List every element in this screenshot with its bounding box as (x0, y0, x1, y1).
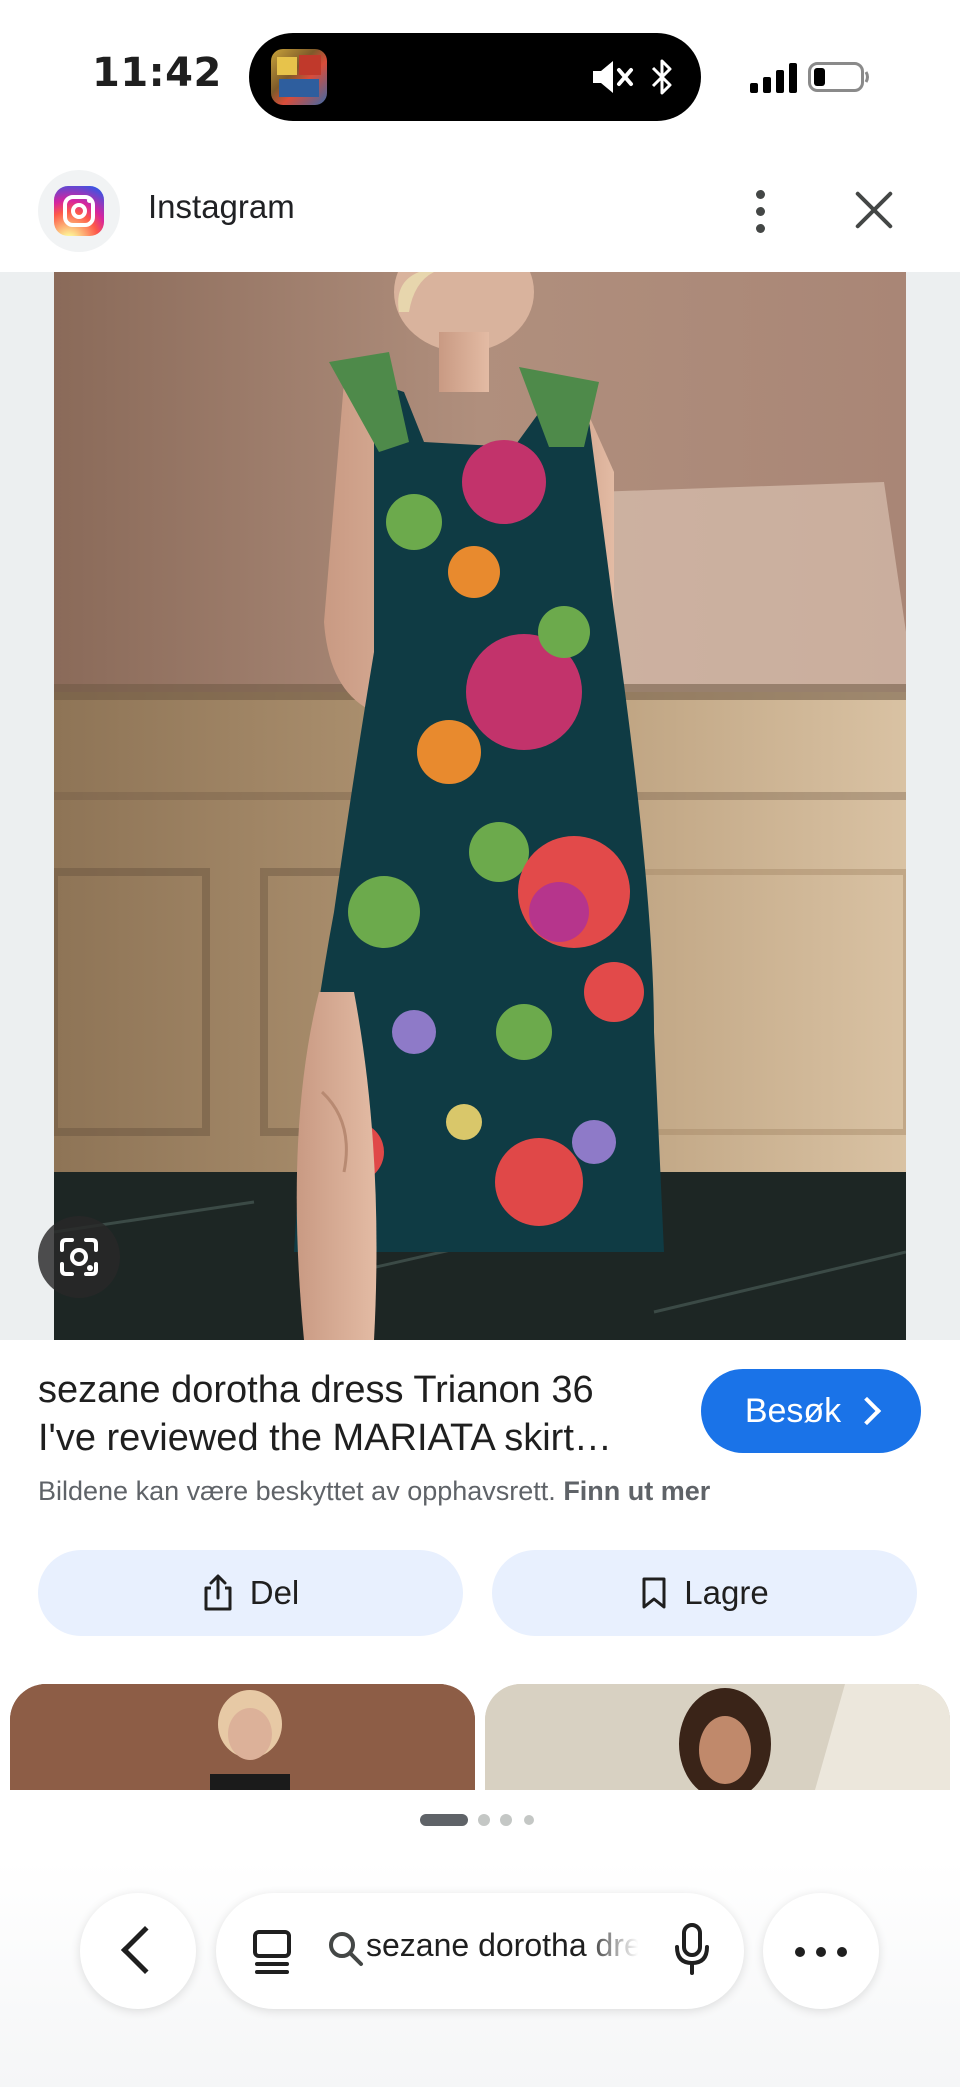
status-bar: 11:42 (0, 0, 960, 150)
learn-more-link[interactable]: Finn ut mer (563, 1476, 710, 1506)
share-button-label: Del (249, 1574, 300, 1611)
carousel-indicator (420, 1810, 540, 1830)
copyright-notice: Bildene kan være beskyttet av opphavsret… (38, 1476, 710, 1507)
visit-button-label: Besøk (744, 1391, 842, 1430)
share-button[interactable]: Del (38, 1550, 463, 1636)
source-name[interactable]: Instagram (148, 188, 295, 226)
save-button[interactable]: Lagre (492, 1550, 917, 1636)
instagram-logo-icon (54, 186, 104, 236)
share-icon (204, 1574, 232, 1611)
mute-icon (593, 61, 633, 93)
related-image-2[interactable] (485, 1684, 950, 1790)
visit-button[interactable]: Besøk (701, 1369, 921, 1453)
tabs-icon[interactable] (252, 1929, 292, 1975)
close-icon[interactable] (852, 188, 896, 232)
copyright-text: Bildene kan være beskyttet av opphavsret… (38, 1476, 556, 1506)
image-viewer-screen: 11:42 Instagram sezane dorotha dress Tri… (0, 0, 960, 2087)
dynamic-island[interactable] (249, 33, 701, 121)
more-horiz-icon[interactable] (763, 1893, 879, 2009)
google-lens-icon[interactable] (38, 1216, 120, 1298)
back-chevron-icon (120, 1925, 170, 1975)
save-button-label: Lagre (684, 1574, 769, 1611)
search-bar[interactable]: sezane dorotha dress (216, 1893, 744, 2009)
result-title-line-1: sezane dorotha dress Trianon 36 (38, 1369, 594, 1411)
chevron-right-icon (853, 1396, 882, 1426)
related-image-1[interactable] (10, 1684, 475, 1790)
source-header: Instagram (0, 160, 960, 272)
source-favicon[interactable] (38, 170, 120, 252)
dynamic-island-app-icon[interactable] (271, 49, 327, 105)
search-icon (329, 1932, 363, 1966)
bluetooth-icon (651, 59, 672, 95)
signal-icon (750, 63, 797, 93)
status-time: 11:42 (92, 50, 222, 96)
battery-icon (808, 62, 869, 92)
search-query[interactable]: sezane dorotha dress (366, 1927, 638, 1964)
bookmark-icon (642, 1577, 666, 1609)
back-button[interactable] (80, 1893, 196, 2009)
more-vert-icon[interactable] (742, 186, 778, 238)
mic-icon[interactable] (674, 1923, 710, 1975)
result-title-line-2: I've reviewed the MARIATA skirt… (38, 1417, 612, 1459)
main-image[interactable] (54, 272, 906, 1340)
result-title[interactable]: sezane dorotha dress Trianon 36 I've rev… (38, 1366, 678, 1462)
image-stage (0, 272, 960, 1340)
